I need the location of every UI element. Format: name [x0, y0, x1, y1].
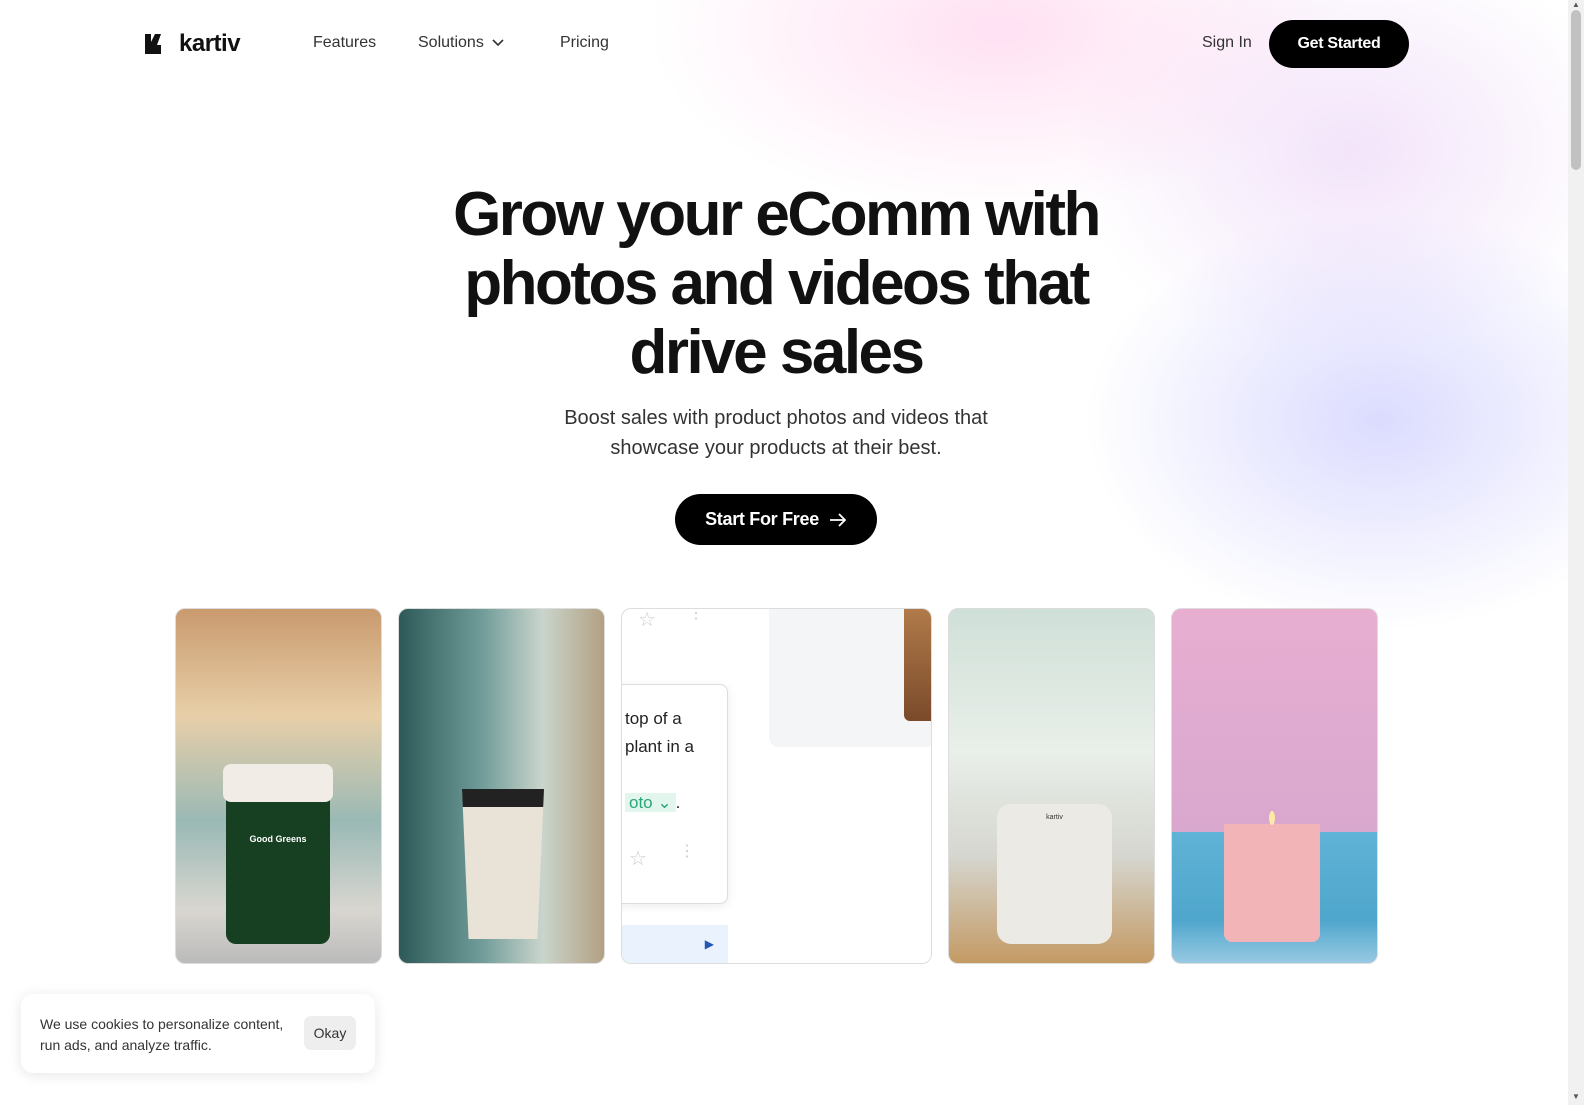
hero-title: Grow your eComm with photos and videos t…: [453, 180, 1101, 387]
scrollbar[interactable]: ▲ ▼: [1568, 0, 1584, 1105]
cookie-banner: We use cookies to personalize content, r…: [21, 994, 375, 1073]
supplement-jar-image: Good Greens: [223, 764, 333, 944]
more-icon[interactable]: ⋮: [688, 609, 704, 622]
style-dropdown-chip[interactable]: oto ⌄: [625, 793, 676, 812]
top-nav: kartiv Features Solutions Pricing Sign I…: [0, 20, 1552, 68]
play-bar[interactable]: ▶: [622, 925, 728, 963]
scrollbar-thumb[interactable]: [1571, 10, 1581, 170]
arrow-right-icon: [829, 512, 847, 527]
start-for-free-button[interactable]: Start For Free: [675, 494, 877, 545]
bottle-label: kartiv: [1046, 814, 1063, 821]
hero-subtitle-line-1: Boost sales with product photos and vide…: [564, 407, 988, 429]
logo[interactable]: kartiv: [145, 30, 241, 58]
cta-label: Start For Free: [705, 509, 819, 529]
candle-flame: [1269, 811, 1275, 825]
scroll-down-icon[interactable]: ▼: [1572, 1092, 1580, 1101]
sign-in-link[interactable]: Sign In: [1202, 34, 1252, 52]
get-started-button[interactable]: Get Started: [1269, 20, 1409, 68]
chevron-down-icon: [492, 39, 504, 47]
gallery-card-supplement: Good Greens: [175, 608, 382, 964]
gallery-card-prompt-editor: ☆ ⋮ top of a plant in a oto ⌄. ☆ ⋮ ▶: [621, 608, 932, 964]
prompt-style-row: oto ⌄.: [625, 789, 727, 817]
candle-image: [1224, 824, 1320, 942]
gallery-card-lotion: kartiv: [948, 608, 1155, 964]
coffee-cup-image: [462, 789, 544, 939]
thumbnail-image: [904, 609, 931, 721]
gallery-card-candle: [1171, 608, 1378, 964]
prompt-card: top of a plant in a oto ⌄. ☆ ⋮: [622, 684, 728, 904]
hero-subtitle-line-2: showcase your products at their best.: [610, 437, 942, 459]
nav-solutions-label: Solutions: [418, 34, 484, 51]
play-icon: ▶: [704, 937, 714, 951]
star-icon[interactable]: ☆: [638, 609, 656, 632]
scroll-up-icon[interactable]: ▲: [1572, 0, 1580, 9]
nav-pricing[interactable]: Pricing: [560, 34, 609, 52]
nav-features[interactable]: Features: [313, 34, 376, 52]
prompt-text-line: top of a: [625, 709, 682, 728]
cookie-okay-button[interactable]: Okay: [304, 1016, 356, 1050]
style-chip-label: oto: [629, 793, 653, 812]
prompt-period: .: [675, 793, 681, 812]
hero-subtitle: Boost sales with product photos and vide…: [0, 403, 1552, 463]
brand-name: kartiv: [179, 30, 241, 57]
lotion-bottle-image: kartiv: [997, 804, 1112, 944]
prompt-text-line: plant in a: [625, 737, 694, 756]
nav-solutions[interactable]: Solutions: [418, 34, 504, 52]
star-icon[interactable]: ☆: [629, 845, 647, 873]
more-icon[interactable]: ⋮: [679, 844, 695, 860]
jar-label: Good Greens: [249, 834, 307, 844]
gallery-card-coffee-cup: [398, 608, 605, 964]
kartiv-logo-icon: [145, 32, 163, 56]
cookie-text: We use cookies to personalize content, r…: [40, 1016, 284, 1053]
